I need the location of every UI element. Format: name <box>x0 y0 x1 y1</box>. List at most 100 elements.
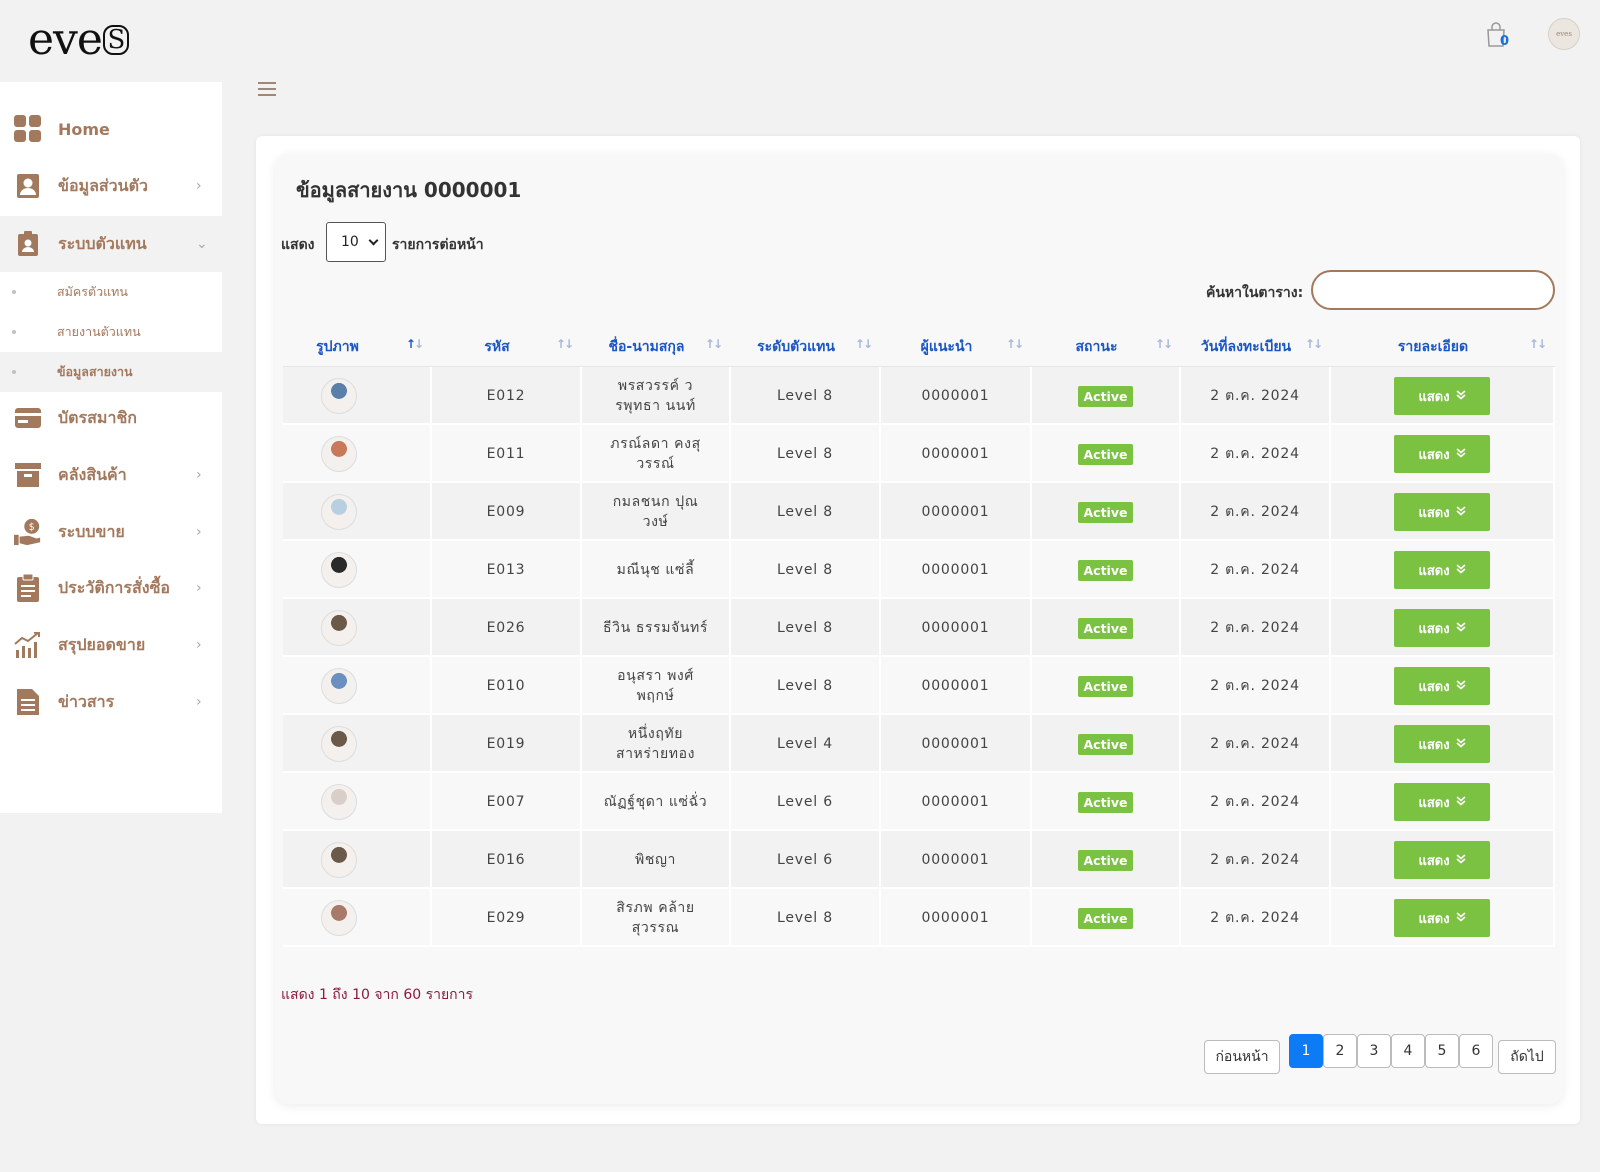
show-detail-button[interactable]: แสดง <box>1394 609 1490 647</box>
chevron-right-icon: › <box>196 467 202 483</box>
col-level-header[interactable]: ระดับตัวแทน ↑↓ <box>731 327 881 367</box>
col-status-cell: Active <box>1032 367 1181 425</box>
col-status-header[interactable]: สถานะ ↑↓ <box>1032 327 1181 367</box>
double-chevron-down-icon <box>1456 853 1466 868</box>
col-detail-header[interactable]: รายละเอียด ↑↓ <box>1331 327 1555 367</box>
prev-page-button[interactable]: ก่อนหน้า <box>1204 1040 1280 1074</box>
double-chevron-down-icon <box>1456 621 1466 636</box>
col-level-cell: Level 8 <box>731 889 881 947</box>
avatar <box>320 494 357 530</box>
show-detail-button[interactable]: แสดง <box>1394 899 1490 937</box>
avatar <box>320 726 357 762</box>
avatar <box>320 610 357 646</box>
page-button-2[interactable]: 2 <box>1323 1034 1357 1068</box>
table-row: E011 ภรณ์ลดา คงสุวรรณ์ Level 8 0000001 Activ… <box>283 425 1555 483</box>
col-level-cell: Level 6 <box>731 773 881 831</box>
col-name-cell: พิชญา <box>582 831 731 889</box>
col-code-cell: E007 <box>432 773 582 831</box>
col-code-cell: E010 <box>432 657 582 715</box>
chevron-right-icon: › <box>196 178 202 194</box>
sidebar-subitem-agent-line[interactable]: สายงานตัวแทน <box>0 312 222 352</box>
sort-icon: ↑↓ <box>854 337 873 351</box>
col-date-cell: 2 ต.ค. 2024 <box>1181 367 1331 425</box>
search-input[interactable] <box>1311 270 1555 310</box>
col-detail-cell: แสดง <box>1331 657 1555 715</box>
sort-icon: ↑↓ <box>1304 337 1323 351</box>
show-detail-button[interactable]: แสดง <box>1394 493 1490 531</box>
col-name-cell: พรสวรรค์ วรพุทธา นนท์ <box>582 367 731 425</box>
status-badge: Active <box>1077 443 1134 465</box>
col-level-cell: Level 4 <box>731 715 881 773</box>
sidebar-item-order-history[interactable]: ประวัติการสั่งซื้อ › <box>0 560 222 616</box>
col-date-header[interactable]: วันที่ลงทะเบียน ↑↓ <box>1181 327 1331 367</box>
page-button-3[interactable]: 3 <box>1357 1034 1391 1068</box>
col-detail-cell: แสดง <box>1331 425 1555 483</box>
sidebar-item-home[interactable]: Home <box>0 101 222 157</box>
chevron-right-icon: › <box>196 580 202 596</box>
col-image-header[interactable]: รูปภาพ ↑↓ <box>283 327 432 367</box>
col-referrer-cell: 0000001 <box>881 367 1032 425</box>
show-detail-button[interactable]: แสดง <box>1394 377 1490 415</box>
user-avatar[interactable]: eves <box>1548 18 1580 50</box>
status-badge: Active <box>1077 675 1134 697</box>
sidebar-item-agent-system[interactable]: ระบบตัวแทน ⌄ <box>0 216 222 272</box>
sidebar-item-sales-summary[interactable]: สรุปยอดขาย › <box>0 617 222 673</box>
clipboard-icon <box>14 574 42 602</box>
hamburger-menu-icon[interactable] <box>258 82 276 96</box>
sidebar-subitem-register-agent[interactable]: สมัครตัวแทน <box>0 272 222 312</box>
cart-count-badge: 0 <box>1500 34 1510 49</box>
col-name-cell: สิรภพ คล้ายสุวรรณ <box>582 889 731 947</box>
col-name-cell: กมลชนก ปุณวงษ์ <box>582 483 731 541</box>
sidebar-item-news[interactable]: ข่าวสาร › <box>0 674 222 730</box>
double-chevron-down-icon <box>1456 447 1466 462</box>
page-button-5[interactable]: 5 <box>1425 1034 1459 1068</box>
page-button-1[interactable]: 1 <box>1289 1034 1323 1068</box>
col-status-cell: Active <box>1032 889 1181 947</box>
status-badge: Active <box>1077 385 1134 407</box>
col-referrer-cell: 0000001 <box>881 599 1032 657</box>
show-detail-button[interactable]: แสดง <box>1394 841 1490 879</box>
bullet-icon <box>12 290 16 294</box>
double-chevron-down-icon <box>1456 505 1466 520</box>
col-detail-cell: แสดง <box>1331 483 1555 541</box>
col-status-cell: Active <box>1032 483 1181 541</box>
show-detail-button[interactable]: แสดง <box>1394 783 1490 821</box>
page-button-4[interactable]: 4 <box>1391 1034 1425 1068</box>
show-detail-button[interactable]: แสดง <box>1394 667 1490 705</box>
col-image-cell <box>283 773 432 831</box>
card-icon <box>14 404 42 432</box>
table-row: E019 หนึ่งฤทัย สาหร่ายทอง Level 4 0000001 Ac… <box>283 715 1555 773</box>
sidebar-item-member-card[interactable]: บัตรสมาชิก <box>0 390 222 446</box>
col-code-header[interactable]: รหัส ↑↓ <box>432 327 582 367</box>
col-image-cell <box>283 367 432 425</box>
col-referrer-cell: 0000001 <box>881 773 1032 831</box>
sidebar-item-profile[interactable]: ข้อมูลส่วนตัว › <box>0 158 222 214</box>
col-status-cell: Active <box>1032 541 1181 599</box>
show-detail-button[interactable]: แสดง <box>1394 725 1490 763</box>
status-badge: Active <box>1077 501 1134 523</box>
status-badge: Active <box>1077 791 1134 813</box>
col-status-cell: Active <box>1032 773 1181 831</box>
sales-icon: $ <box>14 518 42 546</box>
next-page-button[interactable]: ถัดไป <box>1498 1040 1556 1074</box>
page-length-select[interactable]: 10 <box>326 222 386 262</box>
sidebar-item-warehouse[interactable]: คลังสินค้า › <box>0 447 222 503</box>
col-referrer-header[interactable]: ผู้แนะนำ ↑↓ <box>881 327 1032 367</box>
page-button-6[interactable]: 6 <box>1459 1034 1493 1068</box>
show-detail-button[interactable]: แสดง <box>1394 435 1490 473</box>
table-body: E012 พรสวรรค์ วรพุทธา นนท์ Level 8 0000001 A… <box>283 367 1555 947</box>
table-row: E016 พิชญา Level 6 0000001 Active 2 ต.ค. 2024… <box>283 831 1555 889</box>
col-level-cell: Level 8 <box>731 367 881 425</box>
col-name-header[interactable]: ชื่อ-นามสกุล ↑↓ <box>582 327 731 367</box>
show-detail-button[interactable]: แสดง <box>1394 551 1490 589</box>
sidebar-subitem-line-info[interactable]: ข้อมูลสายงาน <box>0 352 222 392</box>
table-row: E010 อนุสรา พงศ์พฤกษ์ Level 8 0000001 Active… <box>283 657 1555 715</box>
table-row: E007 ณัฏฐ์ชุดา แซ่ฉั่ว Level 6 0000001 Activ… <box>283 773 1555 831</box>
brand-logo[interactable]: eve S <box>28 14 129 65</box>
col-code-cell: E013 <box>432 541 582 599</box>
col-code-cell: E029 <box>432 889 582 947</box>
user-icon <box>14 172 42 200</box>
chevron-down-icon <box>368 235 379 246</box>
sidebar-item-sales[interactable]: $ ระบบขาย › <box>0 504 222 560</box>
avatar <box>320 784 357 820</box>
